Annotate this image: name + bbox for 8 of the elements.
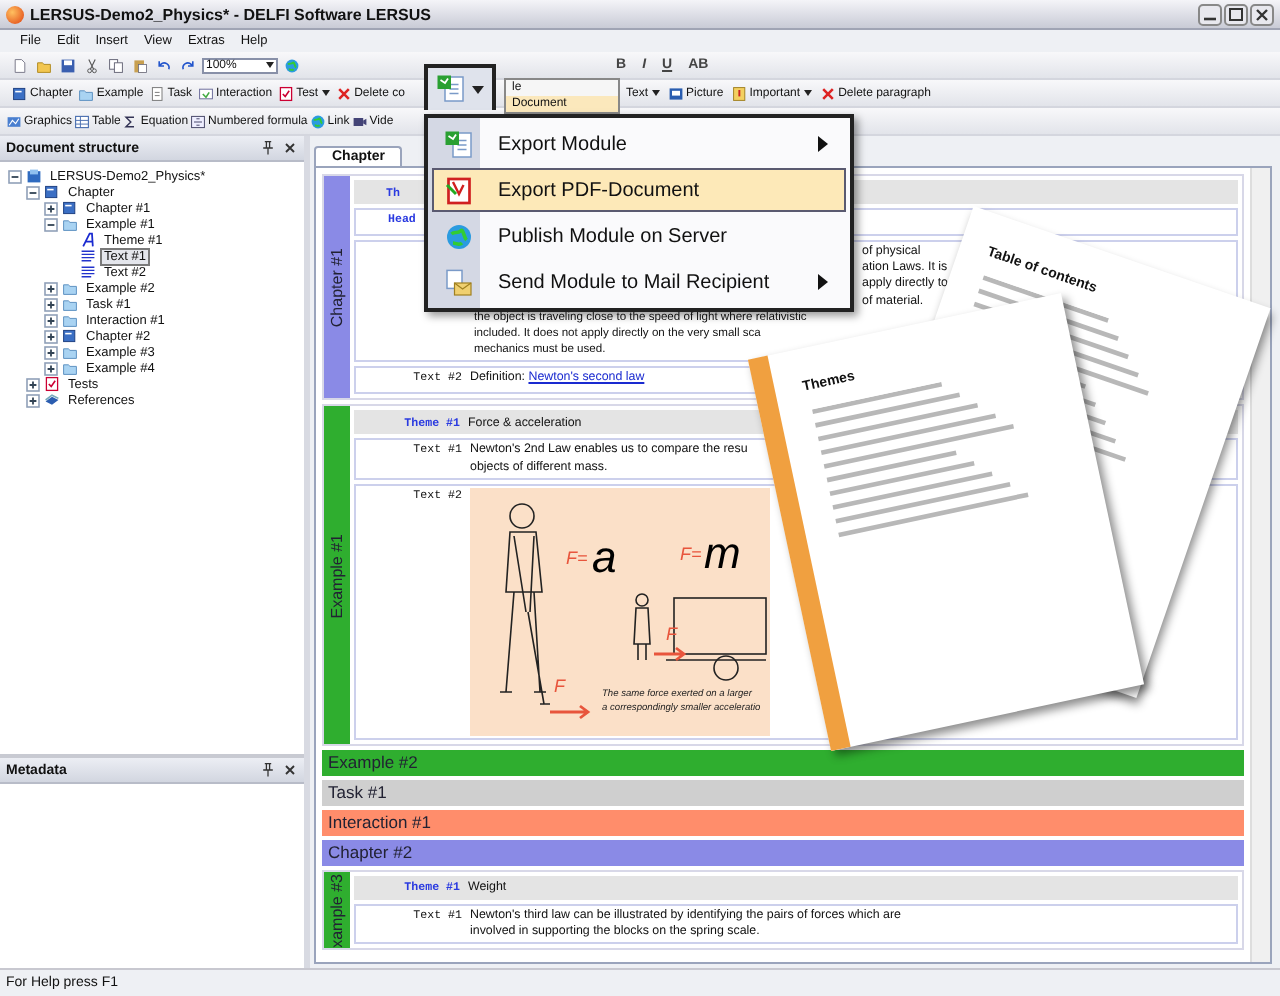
formula-label: F= (566, 547, 588, 568)
section-title: Example #1 (328, 533, 346, 618)
formula-label: F= (680, 543, 702, 564)
formula-variable: a (592, 531, 617, 582)
section-title: Chapter #1 (328, 247, 346, 327)
force-label: F (554, 675, 565, 696)
window-title: LERSUS-Demo2_Physics* - DELFI Software LERSUS (30, 5, 433, 23)
formula-variable: m (704, 527, 741, 578)
